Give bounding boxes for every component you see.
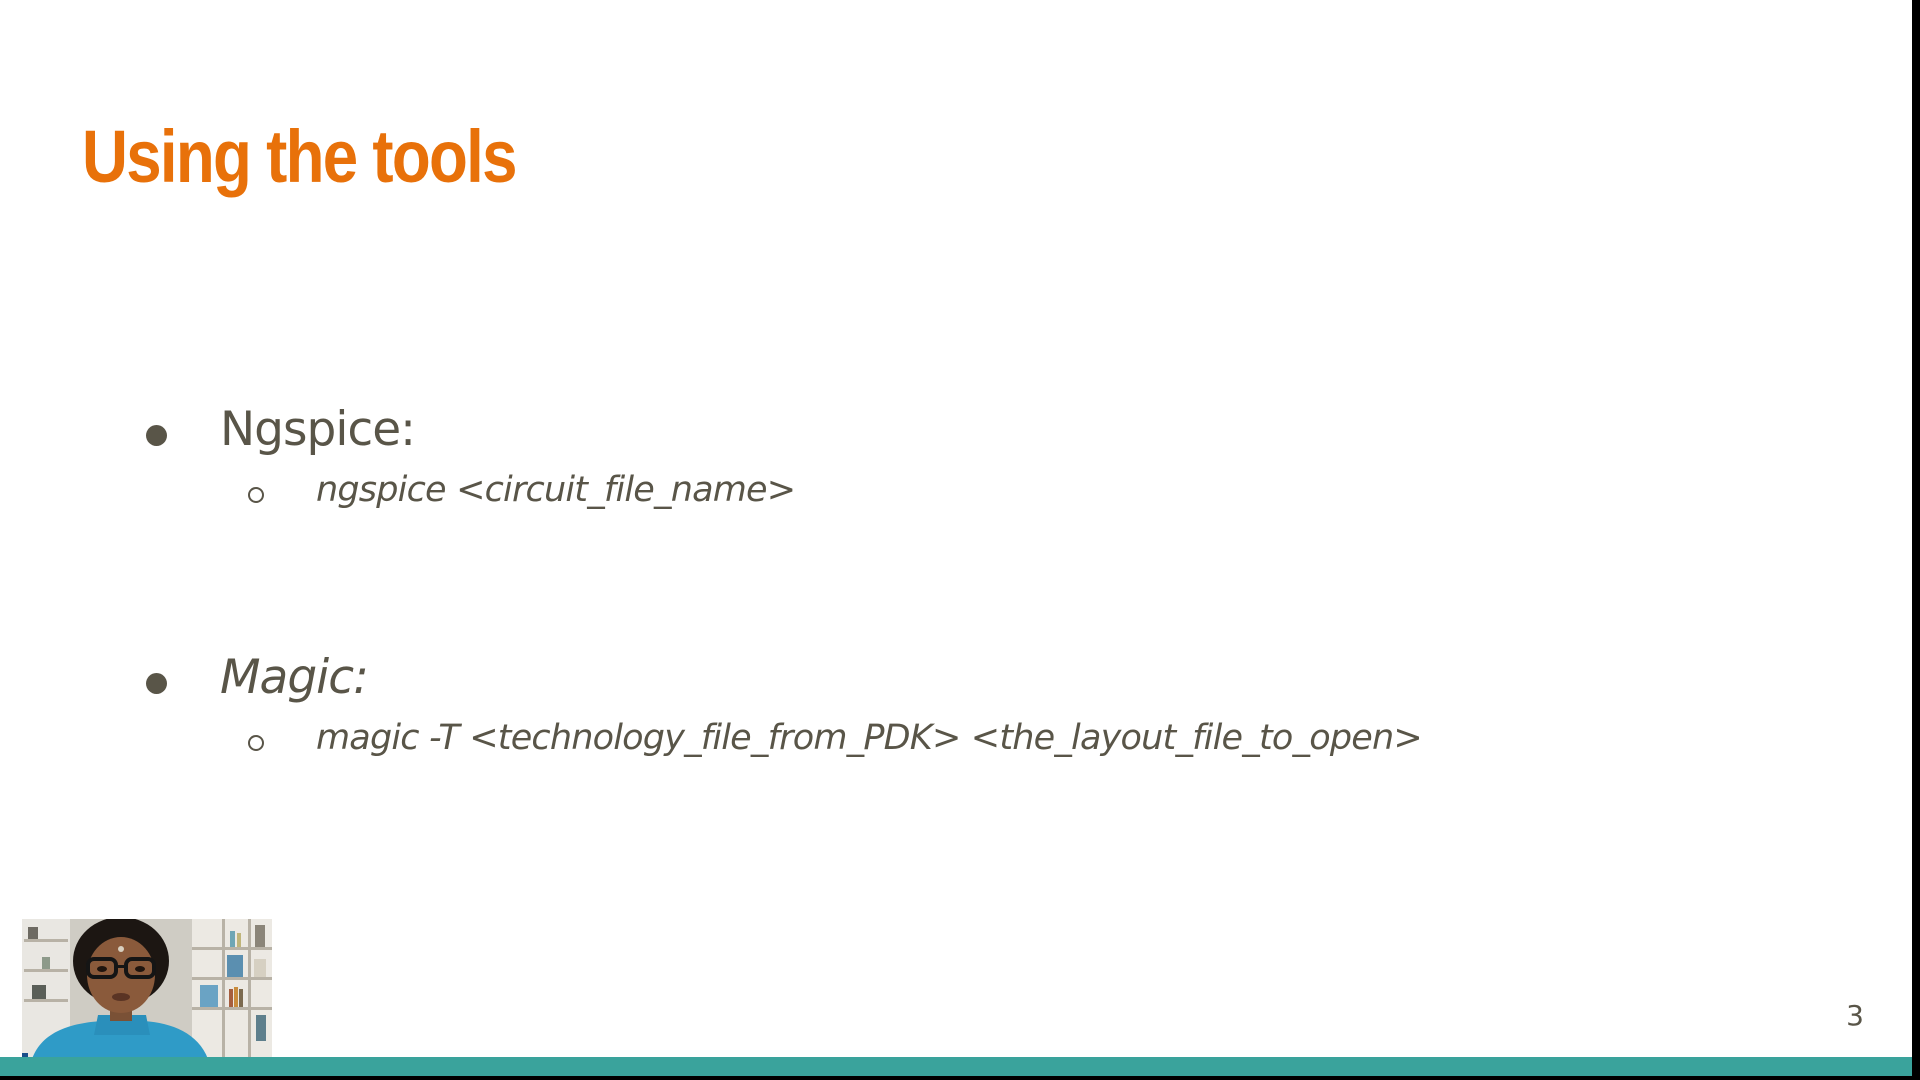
screen-edge — [1912, 0, 1920, 1080]
page-number: 3 — [1846, 999, 1864, 1032]
command-text: magic -T <technology_file_from_PDK> <the… — [316, 718, 1423, 758]
presenter-video-frame — [22, 919, 272, 1059]
section-label: Magic: — [220, 650, 369, 705]
section-label: Ngspice: — [220, 402, 416, 457]
bullet-ring-icon — [248, 487, 264, 503]
command-ngspice: ngspice <circuit_file_name> — [316, 470, 796, 510]
presenter-webcam-thumbnail — [22, 919, 272, 1059]
command-magic: magic -T <technology_file_from_PDK> <the… — [316, 718, 1423, 758]
section-label-ngspice: Ngspice: — [220, 402, 416, 457]
slide-title: Using the tools — [82, 115, 518, 198]
bullet-dot-icon — [146, 425, 167, 446]
slide: Using the tools Ngspice: ngspice <circui… — [0, 0, 1912, 1076]
footer-accent-bar — [0, 1057, 1912, 1076]
section-label-magic: Magic: — [220, 650, 369, 705]
bullet-dot-icon — [146, 673, 167, 694]
command-text: ngspice <circuit_file_name> — [316, 470, 796, 510]
presentation-screen: Using the tools Ngspice: ngspice <circui… — [0, 0, 1920, 1080]
bullet-ring-icon — [248, 735, 264, 751]
